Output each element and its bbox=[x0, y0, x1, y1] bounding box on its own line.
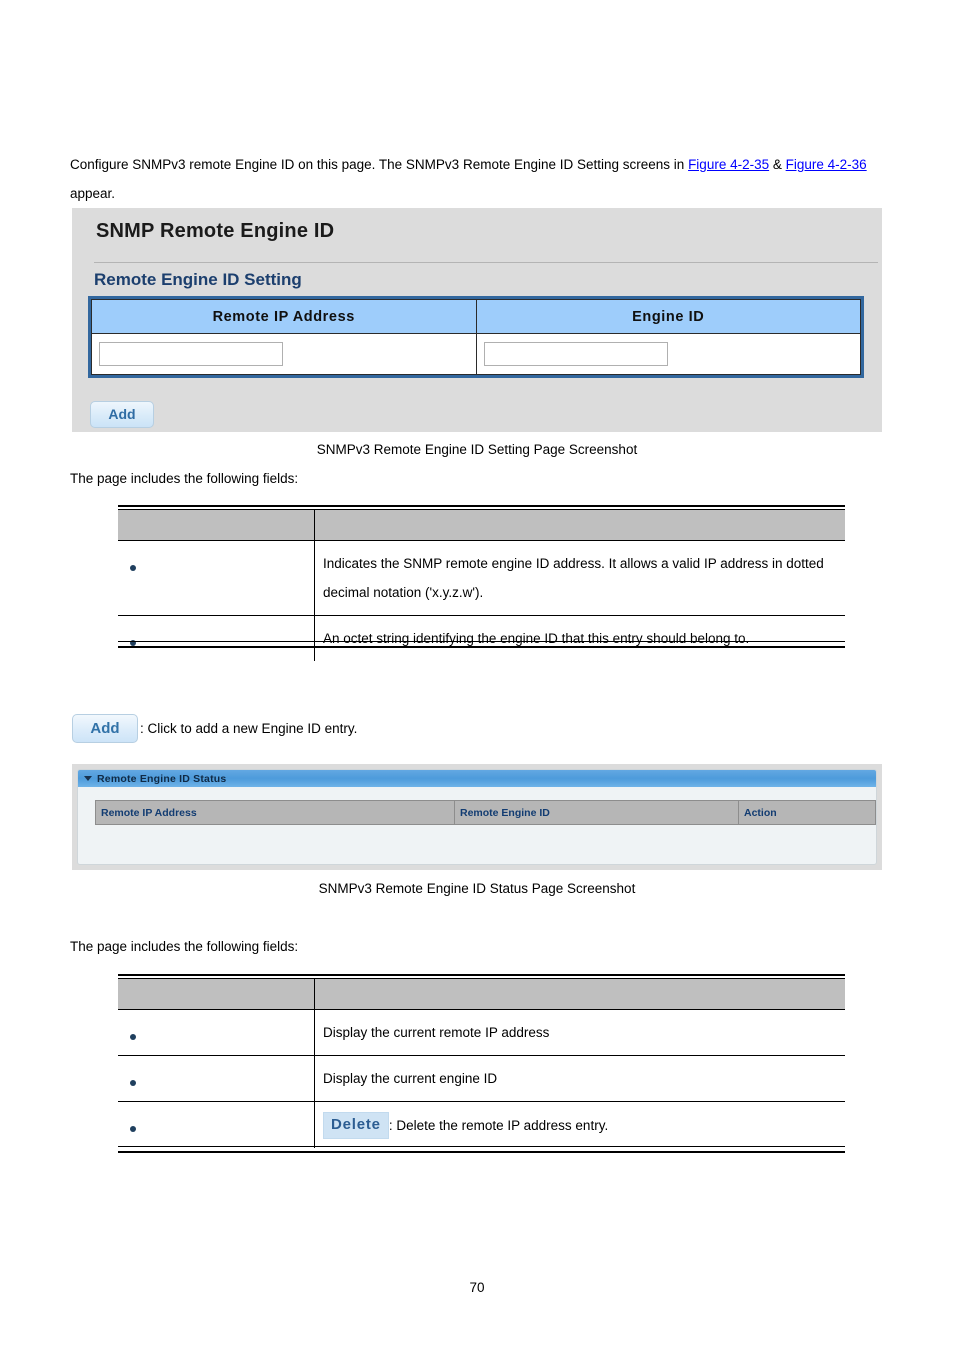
fields-table-1-row-1-object bbox=[118, 615, 315, 661]
bullet-icon bbox=[130, 1126, 136, 1133]
column-header-engine-id: Engine ID bbox=[475, 299, 861, 334]
fields-table-1: Indicates the SNMP remote engine ID addr… bbox=[118, 509, 845, 661]
add-button[interactable]: Add bbox=[90, 401, 154, 428]
fields-table-1-header-object bbox=[118, 509, 315, 541]
bullet-icon bbox=[130, 1034, 136, 1041]
figure-link-4-2-36[interactable]: Figure 4-2-36 bbox=[786, 157, 867, 172]
table-row: An octet string identifying the engine I… bbox=[118, 615, 845, 661]
engine-id-input[interactable] bbox=[483, 342, 668, 366]
figure-caption-setting: SNMPv3 Remote Engine ID Setting Page Scr… bbox=[316, 442, 638, 457]
table-input-row bbox=[91, 333, 861, 375]
status-column-header-action: Action bbox=[738, 800, 876, 825]
cell-remote-ip-address bbox=[91, 333, 477, 375]
add-button-note: Add : Click to add a new Engine ID entry… bbox=[72, 713, 357, 743]
remote-engine-id-status-table: Remote IP Address Remote Engine ID Actio… bbox=[95, 800, 876, 825]
fields-table-1-row-1-description: An octet string identifying the engine I… bbox=[323, 631, 750, 646]
remote-ip-address-input[interactable] bbox=[99, 342, 283, 366]
table-row: Display the current engine ID bbox=[118, 1055, 845, 1102]
bullet-icon bbox=[130, 565, 136, 572]
page-number: 70 bbox=[469, 1280, 485, 1295]
figure-link-4-2-35[interactable]: Figure 4-2-35 bbox=[688, 157, 769, 172]
status-panel-header[interactable]: Remote Engine ID Status bbox=[78, 770, 876, 787]
delete-button-description: : Delete the remote IP address entry. bbox=[388, 1117, 609, 1133]
intro-text-part1: Configure SNMPv3 remote Engine ID on thi… bbox=[70, 157, 689, 172]
status-panel-title: Remote Engine ID Status bbox=[97, 772, 227, 785]
intro-paragraph: Configure SNMPv3 remote Engine ID on thi… bbox=[70, 150, 882, 208]
panel-title: SNMP Remote Engine ID bbox=[96, 220, 335, 242]
column-header-remote-ip-address: Remote IP Address bbox=[91, 299, 477, 334]
table-row: Indicates the SNMP remote engine ID addr… bbox=[118, 540, 845, 616]
add-button-description: : Click to add a new Engine ID entry. bbox=[140, 720, 358, 736]
page-includes-label-2: The page includes the following fields: bbox=[70, 939, 299, 954]
fields-table-2-row-2-object bbox=[118, 1101, 315, 1148]
remote-engine-id-status-panel: Remote Engine ID Status Remote IP Addres… bbox=[72, 764, 882, 870]
table-row: Display the current remote IP address bbox=[118, 1009, 845, 1056]
document-page: Configure SNMPv3 remote Engine ID on thi… bbox=[0, 0, 954, 1350]
delete-button-inline[interactable]: Delete bbox=[323, 1111, 389, 1139]
fields-table-2-row-0-object bbox=[118, 1009, 315, 1056]
status-panel-inner: Remote Engine ID Status Remote IP Addres… bbox=[77, 769, 877, 865]
fields-table-2-bottom-rule bbox=[118, 1146, 845, 1153]
status-column-header-remote-engine-id: Remote Engine ID bbox=[454, 800, 739, 825]
intro-text-part2: appear. bbox=[70, 186, 116, 201]
fields-table-2-row-0-description: Display the current remote IP address bbox=[314, 1009, 845, 1056]
fields-table-1-row-0-description: Indicates the SNMP remote engine ID addr… bbox=[314, 540, 845, 616]
fields-table-1-row-0-object bbox=[118, 540, 315, 616]
bullet-icon bbox=[130, 1080, 136, 1087]
status-table-header-row: Remote IP Address Remote Engine ID Actio… bbox=[95, 800, 876, 825]
fields-table-2-row-2-description: Delete: Delete the remote IP address ent… bbox=[315, 1102, 846, 1148]
cell-engine-id bbox=[475, 333, 861, 375]
fields-table-2-header-description bbox=[314, 978, 845, 1010]
remote-engine-id-setting-table: Remote IP Address Engine ID bbox=[88, 296, 864, 378]
section-title-remote-engine-id-setting: Remote Engine ID Setting bbox=[94, 270, 302, 289]
status-column-header-remote-ip-address: Remote IP Address bbox=[95, 800, 455, 825]
table-header-row: Remote IP Address Engine ID bbox=[91, 299, 861, 334]
fields-table-1-bottom-rule bbox=[118, 641, 845, 648]
table-row: Delete: Delete the remote IP address ent… bbox=[118, 1101, 846, 1148]
figure-caption-status: SNMPv3 Remote Engine ID Status Page Scre… bbox=[318, 881, 636, 896]
fields-table-2-row-1-object bbox=[118, 1055, 315, 1102]
fields-table-2-header-row bbox=[118, 978, 845, 1010]
fields-table-1-header-row bbox=[118, 509, 845, 541]
collapse-triangle-icon[interactable] bbox=[84, 776, 92, 781]
page-includes-label-1: The page includes the following fields: bbox=[70, 471, 299, 486]
fields-table-2: Display the current remote IP address Di… bbox=[118, 978, 845, 1148]
fields-table-2-row-1-description: Display the current engine ID bbox=[314, 1055, 845, 1102]
panel-divider bbox=[94, 262, 878, 263]
intro-ampersand: & bbox=[769, 157, 786, 172]
fields-table-1-header-description bbox=[314, 509, 845, 541]
fields-table-2-header-object bbox=[118, 978, 315, 1010]
add-button-inline[interactable]: Add bbox=[72, 713, 138, 743]
